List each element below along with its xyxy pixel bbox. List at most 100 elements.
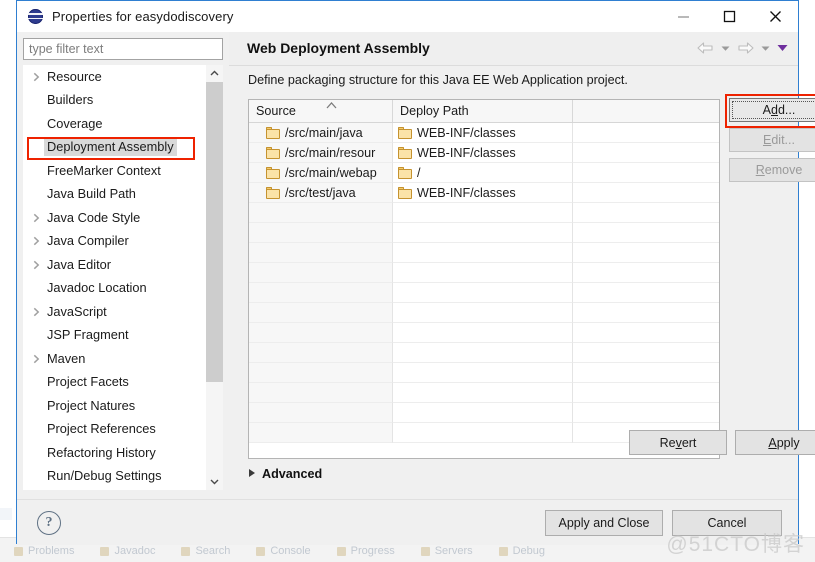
back-arrow-icon[interactable] xyxy=(694,38,716,58)
tree-scrollbar[interactable] xyxy=(206,65,223,490)
table-row[interactable]: /src/main/java WEB-INF/classes xyxy=(249,123,719,143)
tree-scrollbar-thumb[interactable] xyxy=(206,82,223,382)
cell-extra xyxy=(573,203,719,223)
close-button[interactable] xyxy=(752,1,798,32)
table-row[interactable]: /src/main/webap / xyxy=(249,163,719,183)
cell-source-text: /src/main/resour xyxy=(285,145,376,160)
deployment-assembly-table[interactable]: Source Deploy Path /src/main/java WEB-INF… xyxy=(248,99,720,459)
dialog-titlebar: Properties for easydodiscovery xyxy=(17,1,798,32)
cancel-button[interactable]: Cancel xyxy=(672,510,782,536)
cell-extra xyxy=(573,243,719,263)
sidebar-item-label: Maven xyxy=(47,350,86,366)
sidebar-item-label: Project Natures xyxy=(47,397,136,413)
folder-icon xyxy=(266,166,280,179)
sidebar-item-java-code-style[interactable]: Java Code Style xyxy=(23,206,206,230)
sidebar-item-javascript[interactable]: JavaScript xyxy=(23,300,206,324)
sidebar-item-maven[interactable]: Maven xyxy=(23,347,206,371)
table-row[interactable]: /src/main/resour WEB-INF/classes xyxy=(249,143,719,163)
sidebar-item-java-editor[interactable]: Java Editor xyxy=(23,253,206,277)
advanced-expander[interactable]: Advanced xyxy=(248,467,322,481)
scroll-down-icon[interactable] xyxy=(206,473,223,490)
revert-button[interactable]: Re v ert xyxy=(629,430,727,455)
table-row-empty[interactable] xyxy=(249,203,719,223)
sort-ascending-icon xyxy=(325,100,338,113)
view-tab-icon xyxy=(336,546,346,556)
expand-chevron-icon[interactable] xyxy=(29,65,44,89)
expand-chevron-icon[interactable] xyxy=(29,206,44,230)
table-row-empty[interactable] xyxy=(249,283,719,303)
sidebar-item-deployment-assembly[interactable]: Deployment Assembly xyxy=(23,136,206,160)
table-row-empty[interactable] xyxy=(249,343,719,363)
sidebar-item-run-debug-settings[interactable]: Run/Debug Settings xyxy=(23,465,206,489)
dialog-footer: ? Apply and Close Cancel xyxy=(17,499,798,545)
sidebar-item-coverage[interactable]: Coverage xyxy=(23,112,206,136)
table-row-empty[interactable] xyxy=(249,243,719,263)
cell-deploy-path-text: WEB-INF/classes xyxy=(417,125,516,140)
help-icon[interactable]: ? xyxy=(37,511,61,535)
column-header-deploy-path[interactable]: Deploy Path xyxy=(393,100,573,122)
sidebar-item-project-facets[interactable]: Project Facets xyxy=(23,371,206,395)
cell-source xyxy=(249,383,393,403)
column-header-source[interactable]: Source xyxy=(249,100,393,122)
expand-chevron-icon[interactable] xyxy=(29,347,44,371)
sidebar-item-label: JavaScript xyxy=(47,303,107,319)
table-row-empty[interactable] xyxy=(249,323,719,343)
table-row[interactable]: /src/test/java WEB-INF/classes xyxy=(249,183,719,203)
sidebar-item-server[interactable]: Server xyxy=(23,488,206,490)
apply-and-close-button[interactable]: Apply and Close xyxy=(545,510,663,536)
sidebar-item-java-compiler[interactable]: Java Compiler xyxy=(23,230,206,254)
add-button[interactable]: Add... xyxy=(725,94,815,128)
table-row-empty[interactable] xyxy=(249,223,719,243)
filter-input[interactable] xyxy=(23,38,223,60)
cell-extra xyxy=(573,123,719,143)
cell-deploy-path xyxy=(393,323,573,343)
maximize-button[interactable] xyxy=(706,1,752,32)
expand-chevron-icon[interactable] xyxy=(29,230,44,254)
cell-source xyxy=(249,323,393,343)
scroll-up-icon[interactable] xyxy=(206,65,223,82)
view-tab-icon xyxy=(256,546,266,556)
table-row-empty[interactable] xyxy=(249,383,719,403)
sidebar-item-refactoring-history[interactable]: Refactoring History xyxy=(23,441,206,465)
cell-source: /src/main/resour xyxy=(249,143,393,163)
footer-buttons: Apply and Close Cancel xyxy=(545,510,782,536)
apply-button[interactable]: Apply xyxy=(735,430,815,455)
folder-icon xyxy=(266,186,280,199)
expand-chevron-icon[interactable] xyxy=(29,300,44,324)
sidebar-item-freemarker-context[interactable]: FreeMarker Context xyxy=(23,159,206,183)
forward-history-caret-icon[interactable] xyxy=(757,38,773,58)
ide-left-edge xyxy=(0,508,12,520)
sidebar-item-javadoc-location[interactable]: Javadoc Location xyxy=(23,277,206,301)
cell-deploy-path xyxy=(393,283,573,303)
cell-source xyxy=(249,303,393,323)
sidebar-item-resource[interactable]: Resource xyxy=(23,65,206,89)
background-view-tab: Console xyxy=(256,545,311,557)
back-history-caret-icon[interactable] xyxy=(717,38,733,58)
cell-deploy-path xyxy=(393,303,573,323)
sidebar-item-project-natures[interactable]: Project Natures xyxy=(23,394,206,418)
minimize-button[interactable] xyxy=(660,1,706,32)
filter-field-wrapper xyxy=(23,38,223,60)
sidebar-item-java-build-path[interactable]: Java Build Path xyxy=(23,183,206,207)
page-title: Web Deployment Assembly xyxy=(247,40,430,56)
sidebar-item-label: Java Code Style xyxy=(47,209,141,225)
table-row-empty[interactable] xyxy=(249,363,719,383)
sidebar-item-project-references[interactable]: Project References xyxy=(23,418,206,442)
sidebar-item-jsp-fragment[interactable]: JSP Fragment xyxy=(23,324,206,348)
column-header-blank[interactable] xyxy=(573,100,719,122)
view-menu-caret-icon[interactable] xyxy=(774,38,790,58)
expand-chevron-icon[interactable] xyxy=(29,253,44,277)
settings-page-pane: Web Deployment Assembly Define packaging… xyxy=(229,32,815,499)
table-row-empty[interactable] xyxy=(249,403,719,423)
table-header-row: Source Deploy Path xyxy=(249,100,719,123)
sidebar-item-builders[interactable]: Builders xyxy=(23,89,206,113)
table-row-empty[interactable] xyxy=(249,303,719,323)
forward-arrow-icon[interactable] xyxy=(734,38,756,58)
table-row-empty[interactable] xyxy=(249,263,719,283)
settings-tree-list: Resource Builders Coverage Deployment Assem… xyxy=(23,65,206,490)
